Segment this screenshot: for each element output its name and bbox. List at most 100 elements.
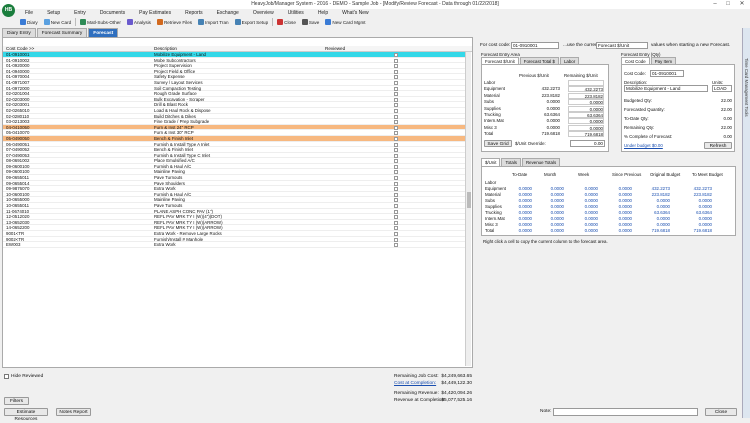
reviewed-checkbox[interactable]	[394, 103, 398, 108]
cost-at-completion-link[interactable]: Cost at Completion:	[394, 381, 436, 386]
reviewed-checkbox[interactable]	[394, 153, 398, 158]
lower-cell[interactable]: 719.6818	[640, 228, 670, 233]
reviewed-checkbox[interactable]	[394, 97, 398, 102]
close-window-button[interactable]: ✕	[736, 0, 748, 9]
toolbar-save-button[interactable]: Save	[300, 18, 321, 27]
entry-remaining-field[interactable]: 0.0000	[568, 99, 604, 106]
reviewed-checkbox[interactable]	[394, 148, 398, 153]
cost-code-field[interactable]: 01-0910001	[511, 42, 559, 49]
lower-cell[interactable]: 63.6364	[682, 210, 712, 215]
table-row[interactable]: EW003 Extra Work	[3, 242, 465, 248]
lower-cell[interactable]: 0.0000	[568, 222, 598, 227]
estimate-resources-button[interactable]: Estimate Resources	[4, 408, 48, 422]
tab-lower-revenue-totals[interactable]: Revenue Totals	[521, 158, 561, 166]
reviewed-checkbox[interactable]	[394, 142, 398, 147]
reviewed-checkbox[interactable]	[394, 209, 398, 214]
menu-item-file[interactable]: File	[18, 9, 40, 17]
reviewed-checkbox[interactable]	[394, 58, 398, 63]
lower-cell[interactable]: 0.0000	[534, 210, 564, 215]
lower-cell[interactable]: 0.0000	[502, 216, 532, 221]
lower-cell[interactable]: 432.2273	[640, 186, 670, 191]
menu-item-entry[interactable]: Entry	[67, 9, 93, 17]
reviewed-checkbox[interactable]	[394, 108, 398, 113]
toolbar-diary-button[interactable]: Diary	[18, 18, 40, 27]
tab-lower--unit[interactable]: $/Unit	[481, 158, 501, 166]
reviewed-checkbox[interactable]	[394, 75, 398, 80]
reviewed-checkbox[interactable]	[394, 187, 398, 192]
reviewed-checkbox[interactable]	[394, 243, 398, 248]
tab-lower-totals[interactable]: Totals	[501, 158, 521, 166]
menu-item-overview[interactable]: Overview	[246, 9, 281, 17]
reviewed-checkbox[interactable]	[394, 181, 398, 186]
reviewed-checkbox[interactable]	[394, 80, 398, 85]
lower-cell[interactable]: 0.0000	[568, 186, 598, 191]
toolbar-new-card-mgmt-button[interactable]: New Card Mgmt	[323, 18, 367, 27]
menu-item-documents[interactable]: Documents	[93, 9, 132, 17]
reviewed-checkbox[interactable]	[394, 114, 398, 119]
toolbar-new-card-button[interactable]: New Card	[42, 18, 73, 27]
menu-item-reports[interactable]: Reports	[178, 9, 210, 17]
lower-cell[interactable]: 0.0000	[534, 204, 564, 209]
menu-item-help[interactable]: Help	[311, 9, 335, 17]
toolbar-analysis-button[interactable]: Analysis	[125, 18, 153, 27]
lower-cell[interactable]: 0.0000	[502, 204, 532, 209]
lower-cell[interactable]: 0.0000	[640, 198, 670, 203]
reviewed-checkbox[interactable]	[394, 164, 398, 169]
reviewed-checkbox[interactable]	[394, 86, 398, 91]
reviewed-checkbox[interactable]	[394, 53, 398, 57]
lower-cell[interactable]: 0.0000	[682, 216, 712, 221]
lower-cell[interactable]: 0.0000	[568, 198, 598, 203]
lower-cell[interactable]: 0.0000	[682, 198, 712, 203]
lower-cell[interactable]: 0.0000	[534, 198, 564, 203]
entry-remaining-field[interactable]: 0.0000	[568, 124, 604, 131]
entry-remaining-field[interactable]: 0.0000	[568, 105, 604, 112]
lower-cell[interactable]: 0.0000	[568, 210, 598, 215]
lower-cell[interactable]: 0.0000	[682, 204, 712, 209]
forecast-mode-select[interactable]: Forecast $/Unit	[596, 42, 648, 49]
lower-cell[interactable]: 0.0000	[568, 192, 598, 197]
reviewed-checkbox[interactable]	[394, 232, 398, 236]
tab-forecast[interactable]: Forecast	[88, 28, 119, 37]
toolbar-import-tran-button[interactable]: Import Tran	[196, 18, 231, 27]
entry-remaining-field[interactable]: 432.2273	[568, 86, 604, 93]
override-field[interactable]: 0.00	[570, 140, 605, 147]
scrollbar-thumb[interactable]	[467, 192, 471, 208]
lower-cell[interactable]: 0.0000	[502, 186, 532, 191]
minimize-button[interactable]: –	[709, 0, 721, 9]
lower-cell[interactable]: 0.0000	[602, 204, 632, 209]
lower-cell[interactable]: 223.8182	[640, 192, 670, 197]
reviewed-checkbox[interactable]	[394, 237, 398, 242]
lower-cell[interactable]: 0.0000	[502, 222, 532, 227]
grid-scrollbar[interactable]	[465, 52, 471, 366]
note-field[interactable]	[553, 408, 698, 416]
maximize-button[interactable]: □	[722, 0, 734, 9]
lower-cell[interactable]: 0.0000	[534, 222, 564, 227]
entry-remaining-field[interactable]: 223.8182	[568, 92, 604, 99]
reviewed-checkbox[interactable]	[394, 170, 398, 175]
reviewed-checkbox[interactable]	[394, 92, 398, 97]
toolbar-retrieve-files-button[interactable]: Retrieve Files	[155, 18, 194, 27]
menu-item-utilities[interactable]: Utilities	[281, 9, 311, 17]
lower-cell[interactable]: 63.6364	[640, 210, 670, 215]
reviewed-checkbox[interactable]	[394, 125, 398, 130]
tab-diary-entry[interactable]: Diary Entry	[2, 28, 36, 37]
lower-cell[interactable]: 0.0000	[640, 222, 670, 227]
reviewed-checkbox[interactable]	[394, 192, 398, 197]
lower-cell[interactable]: 0.0000	[682, 222, 712, 227]
lower-cell[interactable]: 0.0000	[602, 210, 632, 215]
lower-cell[interactable]: 0.0000	[602, 186, 632, 191]
toolbar-export-setup-button[interactable]: Export Setup	[233, 18, 271, 27]
lower-cell[interactable]: 0.0000	[534, 192, 564, 197]
menu-item-exchange[interactable]: Exchange	[210, 9, 246, 17]
entry-remaining-field[interactable]: 63.6364	[568, 111, 604, 118]
lower-cell[interactable]: 0.0000	[502, 210, 532, 215]
reviewed-checkbox[interactable]	[394, 198, 398, 203]
reviewed-checkbox[interactable]	[394, 226, 398, 231]
menu-item-pay-estimates[interactable]: Pay Estimates	[132, 9, 178, 17]
lower-cell[interactable]: 0.0000	[502, 192, 532, 197]
filters-button[interactable]: Filters	[4, 397, 29, 405]
reviewed-checkbox[interactable]	[394, 176, 398, 181]
menu-item-what-s-new[interactable]: What's New	[335, 9, 376, 17]
reviewed-checkbox[interactable]	[394, 215, 398, 220]
refresh-button[interactable]: Refresh	[704, 142, 732, 149]
